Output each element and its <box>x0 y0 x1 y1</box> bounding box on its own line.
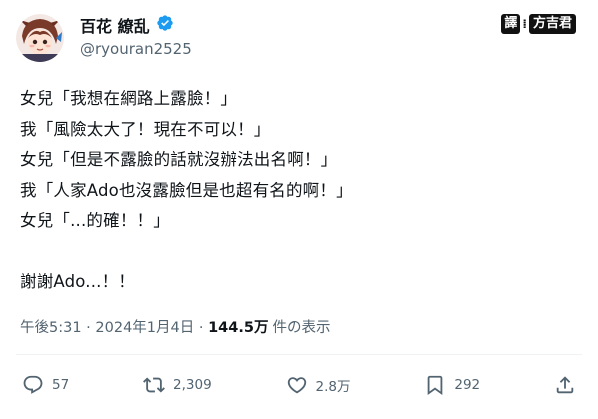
translator-watermark: 譯 ⁞ 方吉君 <box>501 14 576 34</box>
share-icon <box>556 376 574 394</box>
repost-icon <box>143 377 165 393</box>
tweet-line: 女兒「...的確！！」 <box>20 211 170 230</box>
like-button[interactable]: 2.8万 <box>286 374 351 396</box>
view-count-label: 件の表示 <box>272 320 331 336</box>
tweet-line: 我「風險太大了！現在不可以！」 <box>20 119 271 139</box>
view-count: 144.5万 <box>208 320 269 336</box>
tweet-line: 女兒「但是不露臉的話就沒辦法出名啊！」 <box>20 150 338 169</box>
repost-button[interactable]: 2,309 <box>143 374 212 396</box>
watermark-badge: 譯 <box>501 14 521 34</box>
author-name-row[interactable]: 百花 繚乱 <box>80 14 174 36</box>
tweet-closing-line: 謝謝Ado...！！ <box>20 271 136 291</box>
divider <box>16 354 582 355</box>
avatar[interactable] <box>16 14 64 62</box>
tweet-line: 我「人家Ado也沒露臉但是也超有名的啊！」 <box>20 180 353 200</box>
reply-icon <box>23 375 43 394</box>
like-icon <box>287 377 306 394</box>
reply-count: 57 <box>52 377 70 393</box>
reply-button[interactable]: 57 <box>22 374 69 396</box>
tweet-line: 女兒「我想在網路上露臉！」 <box>20 89 238 108</box>
timestamp[interactable]: 午後5:31 · 2024年1月4日 · <box>20 316 208 337</box>
watermark-name: 方吉君 <box>528 14 576 34</box>
watermark-separator: ⁞ <box>522 17 527 31</box>
display-name[interactable]: 百花 繚乱 <box>80 13 150 37</box>
like-count: 2.8万 <box>315 379 351 395</box>
action-bar: 57 2,309 2.8万 292 <box>22 374 576 396</box>
repost-count: 2,309 <box>173 377 212 393</box>
tweet-meta: 午後5:31 · 2024年1月4日 · 144.5万 件の表示 <box>20 316 330 337</box>
share-button[interactable] <box>554 374 576 396</box>
bookmark-icon <box>428 375 443 396</box>
verified-badge-icon <box>156 14 174 36</box>
bookmark-button[interactable]: 292 <box>424 374 480 396</box>
bookmark-count: 292 <box>454 377 481 393</box>
tweet-text: 女兒「我想在網路上露臉！」 我「風險太大了！現在不可以！」 女兒「但是不露臉的話… <box>20 84 353 297</box>
author-handle[interactable]: @ryouran2525 <box>80 40 192 58</box>
avatar-illustration <box>16 14 64 62</box>
